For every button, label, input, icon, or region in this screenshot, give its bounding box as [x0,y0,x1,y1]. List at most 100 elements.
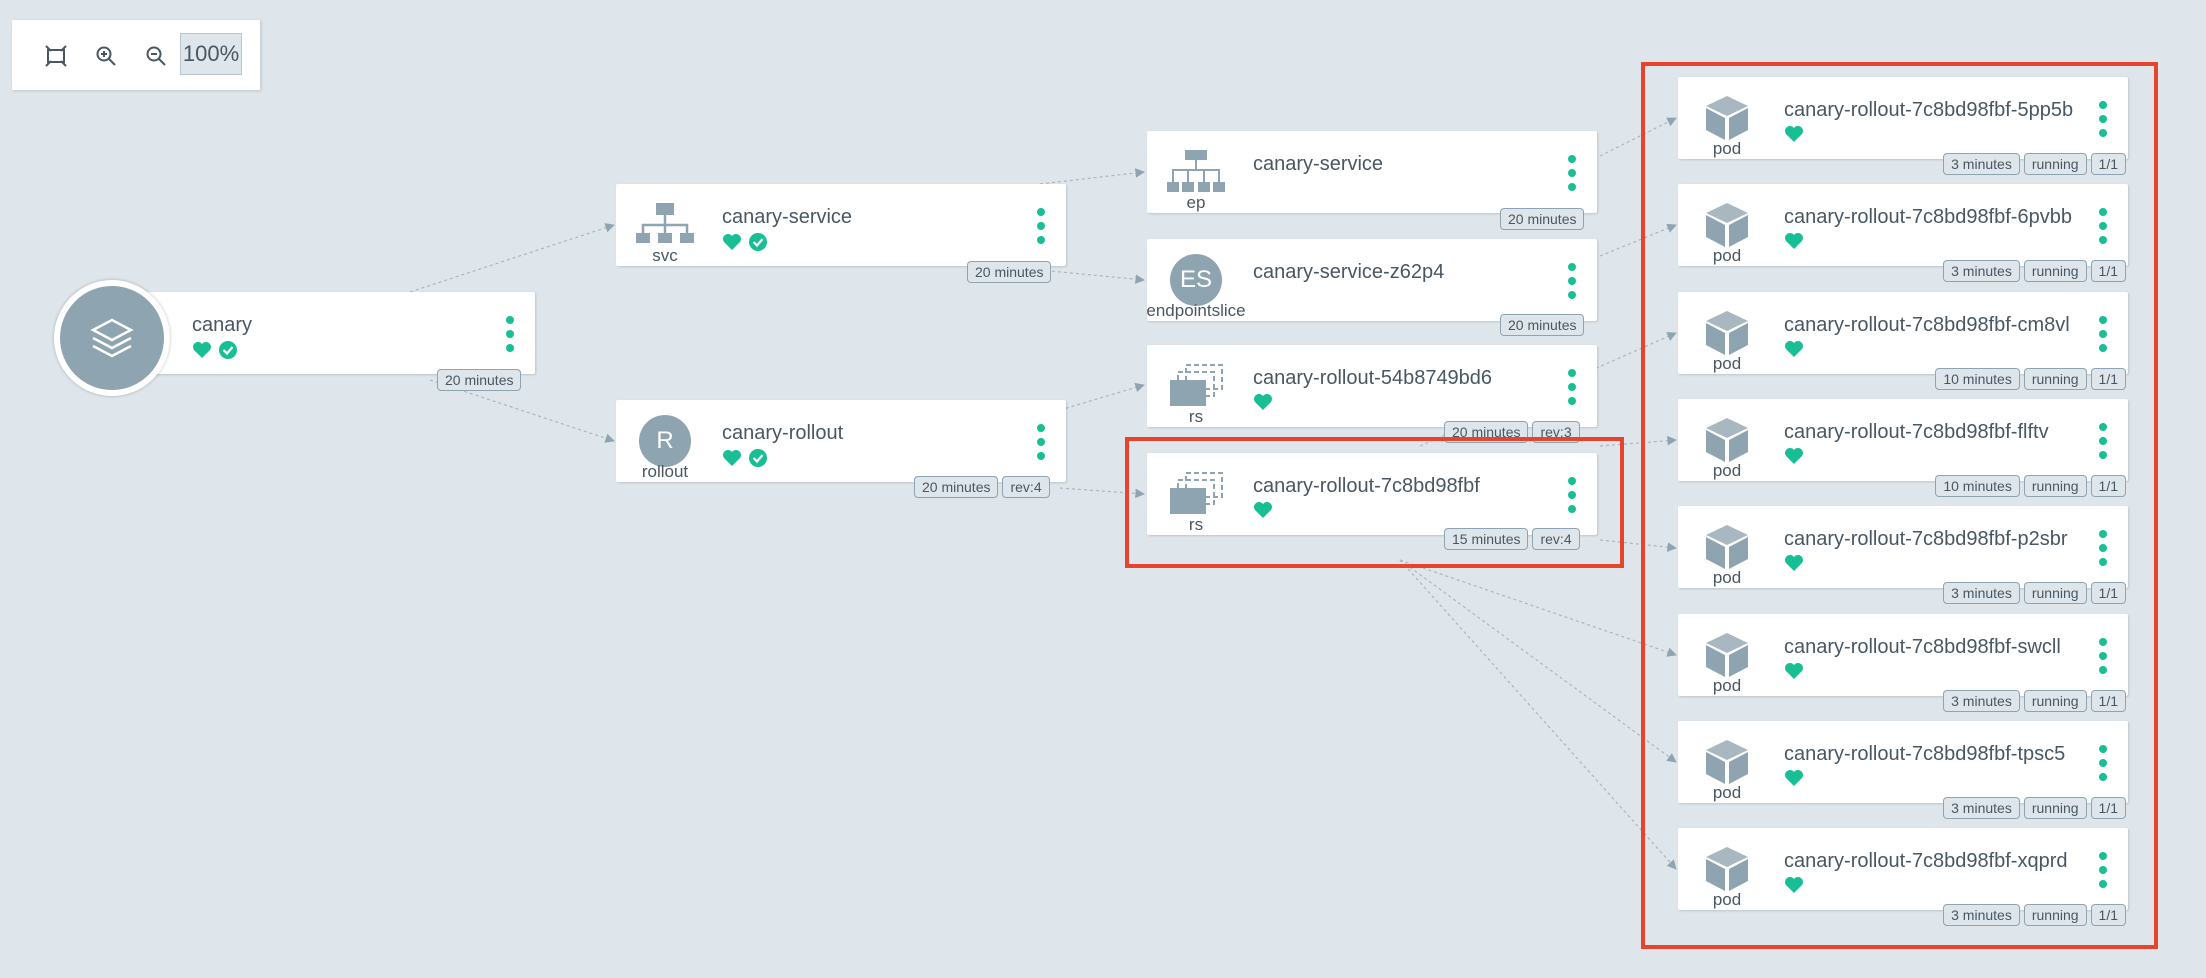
ep-name: canary-service [1253,153,1384,175]
state-tag: running [2023,689,2087,712]
check-circle-icon [218,340,238,365]
rollout-status [722,448,768,473]
age-tag: 10 minutes [1935,367,2020,390]
ready-tag: 1/1 [2090,582,2126,605]
pod-name: canary-rollout-7c8bd98fbf-p2sbr [1784,528,2068,551]
endpointslice-menu-icon[interactable] [1567,263,1577,299]
app-menu-icon[interactable] [505,316,515,352]
fit-screen-icon[interactable] [40,40,72,72]
pod-name: canary-rollout-7c8bd98fbf-5pp5b [1784,99,2074,121]
pod-tags: 3 minutes running 1/1 [1943,796,2126,819]
edge-rs2-pod8 [1399,559,1677,870]
pod-node-5[interactable]: pod canary-rollout-7c8bd98fbf-p2sbr [1678,506,2128,589]
pod-menu-icon[interactable] [2098,530,2108,567]
app-icon [54,280,170,396]
replicaset-node-1[interactable]: rs canary-rollout-54b8749bd6 [1147,345,1597,427]
age-tag: 10 minutes [1935,474,2020,497]
heart-icon [1784,876,1804,899]
state-tag: running [2023,153,2087,175]
svc-status [722,232,768,257]
pod-status [1784,447,1804,470]
ready-tag: 1/1 [2090,153,2126,175]
check-circle-icon [748,232,768,257]
state-tag: running [2023,904,2087,927]
ready-tag: 1/1 [2090,260,2126,283]
zoom-in-icon[interactable] [90,40,122,72]
ep-node[interactable]: ep canary-service [1147,131,1597,213]
age-tag: 3 minutes [1943,153,2020,175]
age-tag: 3 minutes [1943,582,2020,605]
state-tag: running [2023,796,2087,819]
pod-node-3[interactable]: pod canary-rollout-7c8bd98fbf-cm8vl [1678,291,2128,374]
age-tag: 20 minutes [1500,314,1585,336]
endpointslice-name: canary-service-z62p4 [1253,261,1445,283]
pod-menu-icon[interactable] [2098,101,2108,137]
edge-app-svc [409,223,615,293]
heart-icon [1784,662,1804,685]
heart-icon [1784,769,1804,792]
edge-rs2-pod7 [1399,559,1677,763]
age-tag: 3 minutes [1943,260,2020,283]
rollout-name: canary-rollout [722,422,844,444]
highlight-replicaset [1125,437,1624,568]
heart-icon [1784,232,1804,255]
rollout-node[interactable]: R rollout canary-rollout [616,400,1066,482]
pod-tags: 3 minutes running 1/1 [1943,904,2126,927]
pod-name: canary-rollout-7c8bd98fbf-6pvbb [1784,206,2072,229]
pod-name: canary-rollout-7c8bd98fbf-swcll [1784,635,2061,658]
pod-menu-icon[interactable] [2098,637,2108,674]
pod-menu-icon[interactable] [2098,422,2108,459]
endpointslice-node[interactable]: ES endpointslice canary-service-z62p4 [1146,239,1597,321]
pod-node-4[interactable]: pod canary-rollout-7c8bd98fbf-flftv [1678,398,2128,481]
heart-icon [1253,393,1273,416]
pod-node-1[interactable]: pod canary-rollout-7c8bd98fbf-5pp5b [1678,77,2128,159]
kind-label: ep [1186,193,1206,212]
heart-icon [722,233,742,256]
age-tag: 3 minutes [1943,796,2020,819]
ready-tag: 1/1 [2090,689,2126,712]
heart-icon [722,449,742,472]
app-name: canary [192,314,253,336]
graph-toolbar: 100% [12,20,260,90]
revision-tag: rev:4 [1002,476,1050,498]
edge-rollout-rs1 [1059,382,1145,411]
svc-menu-icon[interactable] [1036,208,1046,244]
kind-label: pod [1712,890,1742,910]
pod-menu-icon[interactable] [2098,315,2108,352]
replicaset-menu-icon[interactable] [1567,369,1577,405]
state-tag: running [2023,260,2087,283]
pod-menu-icon[interactable] [2098,852,2108,889]
pod-node-8[interactable]: pod canary-rollout-7c8bd98fbf-xqprd [1678,828,2128,911]
edge-svc-ep [1039,168,1145,185]
ep-menu-icon[interactable] [1567,155,1577,191]
kind-label: pod [1712,246,1742,266]
ready-tag: 1/1 [2090,474,2126,497]
state-tag: running [2023,582,2087,605]
pod-status [1784,232,1804,255]
zoom-out-icon[interactable] [140,40,172,72]
pod-menu-icon[interactable] [2098,208,2108,245]
kind-label: svc [652,246,678,265]
svc-node[interactable]: svc canary-service [616,184,1066,266]
app-tags: 20 minutes [437,369,522,391]
ready-tag: 1/1 [2090,796,2126,819]
pod-status [1784,125,1804,148]
pod-node-7[interactable]: pod canary-rollout-7c8bd98fbf-tpsc5 [1678,720,2128,803]
kind-label: pod [1712,782,1742,802]
pod-menu-icon[interactable] [2098,744,2108,781]
age-tag: 20 minutes [967,261,1052,283]
kind-label: endpointslice [1146,301,1246,320]
app-node-canary[interactable]: canary [130,292,535,374]
pod-tags: 10 minutes running 1/1 [1935,367,2126,390]
svc-name: canary-service [722,206,853,228]
edge-rs2-pod6 [1399,559,1677,657]
kind-label: rs [1188,407,1204,426]
pod-node-2[interactable]: pod canary-rollout-7c8bd98fbf-6pvbb [1678,184,2128,267]
zoom-level[interactable]: 100% [180,33,242,75]
age-tag: 3 minutes [1943,689,2020,712]
pod-node-6[interactable]: pod canary-rollout-7c8bd98fbf-swcll [1678,613,2128,696]
age-tag: 20 minutes [1500,208,1585,230]
rollout-menu-icon[interactable] [1036,424,1046,460]
endpointslice-letter: ES [1170,254,1222,306]
heart-icon [192,341,212,364]
